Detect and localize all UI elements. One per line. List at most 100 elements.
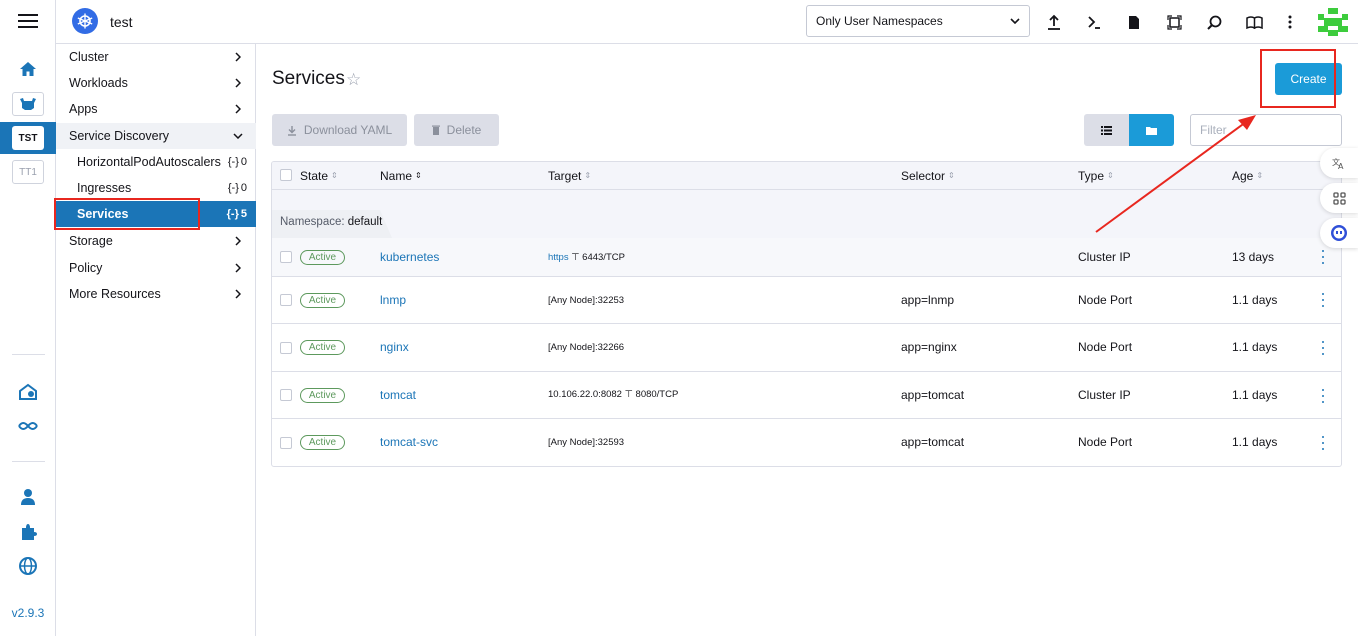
download-yaml-button[interactable]: Download YAML — [272, 114, 407, 146]
globe-icon[interactable] — [0, 556, 56, 576]
resource-count: {-} 0 — [227, 182, 247, 194]
cluster-tst[interactable]: TST — [0, 122, 56, 154]
service-age: 1.1 days — [1232, 435, 1278, 449]
row-checkbox[interactable] — [280, 294, 292, 306]
row-checkbox[interactable] — [280, 437, 292, 449]
service-age: 13 days — [1232, 250, 1275, 264]
svg-text:A: A — [1338, 162, 1344, 170]
table-row[interactable]: Active kubernetes https ⊤ 6443/TCP Clust… — [272, 238, 1341, 277]
service-selector: app=nginx — [901, 340, 957, 354]
kubectl-shell-icon[interactable] — [1084, 12, 1104, 32]
namespaced-icon: {-} — [226, 208, 239, 220]
kubernetes-logo-icon — [72, 8, 98, 34]
download-icon — [287, 125, 296, 136]
nav-group-cluster[interactable]: Cluster — [56, 44, 256, 70]
trash-icon — [431, 125, 440, 135]
continuous-delivery-icon[interactable] — [0, 418, 56, 434]
cluster-management-icon[interactable] — [0, 382, 56, 402]
service-selector: app=tomcat — [901, 435, 965, 449]
translate-icon[interactable]: 文A — [1320, 148, 1358, 178]
kubeconfig-download-icon[interactable] — [1124, 12, 1144, 32]
nav-group-apps[interactable]: Apps — [56, 96, 256, 122]
assistant-bot-icon[interactable] — [1320, 218, 1358, 248]
nav-group-policy[interactable]: Policy — [56, 255, 256, 281]
row-actions-icon[interactable] — [1320, 389, 1326, 403]
service-name-link[interactable]: tomcat-svc — [380, 435, 438, 449]
nav-item-horizontalpodautoscalers[interactable]: HorizontalPodAutoscalers {-} 0 — [56, 149, 256, 175]
home-icon[interactable] — [0, 58, 56, 80]
nav-group-storage[interactable]: Storage — [56, 228, 256, 254]
users-icon[interactable] — [0, 487, 56, 507]
namespaced-icon: {-} — [227, 182, 239, 194]
service-type: Node Port — [1078, 435, 1133, 449]
side-navigation: Cluster Workloads Apps Service Discovery… — [56, 44, 256, 636]
target-link[interactable]: https — [548, 252, 569, 263]
select-all-checkbox[interactable] — [280, 169, 292, 181]
column-name[interactable]: Name ⇕ — [380, 169, 422, 183]
service-target: https ⊤ 6443/TCP — [548, 252, 625, 263]
row-actions-icon[interactable] — [1320, 341, 1326, 355]
table-row[interactable]: Active tomcat-svc [Any Node]:32593 app=t… — [272, 419, 1341, 466]
service-type: Node Port — [1078, 340, 1133, 354]
resource-count: {-} 5 — [226, 208, 247, 220]
nav-group-more-resources[interactable]: More Resources — [56, 281, 256, 307]
port-forward-icon: ⊤ — [624, 389, 633, 400]
table-row[interactable]: Active nginx [Any Node]:32266 app=nginx … — [272, 324, 1341, 372]
annotation-highlight-create — [1260, 49, 1336, 108]
local-cluster-cow-icon[interactable] — [0, 92, 56, 116]
status-badge: Active — [300, 340, 345, 355]
service-target: [Any Node]:32266 — [548, 342, 625, 353]
user-avatar[interactable] — [1318, 8, 1348, 36]
copy-kubeconfig-icon[interactable] — [1164, 12, 1184, 32]
row-actions-icon[interactable] — [1320, 293, 1326, 307]
service-target: [Any Node]:32253 — [548, 295, 625, 306]
chevron-down-icon — [1010, 18, 1020, 24]
row-actions-icon[interactable] — [1320, 436, 1326, 450]
page-title: Services — [272, 68, 345, 89]
docs-icon[interactable] — [1244, 12, 1264, 32]
service-type: Cluster IP — [1078, 388, 1131, 402]
row-actions-icon[interactable] — [1320, 250, 1326, 264]
more-icon[interactable] — [1280, 12, 1300, 32]
service-name-link[interactable]: kubernetes — [380, 250, 439, 264]
namespace-filter-select[interactable]: Only User Namespaces — [806, 5, 1030, 37]
row-checkbox[interactable] — [280, 342, 292, 354]
table-row[interactable]: Active tomcat 10.106.22.0:8082 ⊤ 8080/TC… — [272, 372, 1341, 419]
delete-button[interactable]: Delete — [414, 114, 499, 146]
apps-grid-icon[interactable] — [1320, 183, 1358, 213]
chevron-right-icon — [232, 262, 244, 274]
search-resources-icon[interactable] — [1204, 12, 1224, 32]
column-state[interactable]: State ⇕ — [300, 169, 338, 183]
column-target[interactable]: Target ⇕ — [548, 169, 591, 183]
rail-divider — [12, 354, 45, 355]
service-type: Cluster IP — [1078, 250, 1131, 264]
extensions-icon[interactable] — [0, 522, 56, 542]
service-age: 1.1 days — [1232, 340, 1278, 354]
annotation-highlight-services — [54, 198, 200, 230]
menu-icon[interactable] — [18, 14, 38, 30]
chevron-right-icon — [232, 77, 244, 89]
service-name-link[interactable]: tomcat — [380, 388, 416, 402]
port-forward-icon: ⊤ — [571, 252, 580, 263]
cluster-name: test — [110, 14, 133, 30]
row-checkbox[interactable] — [280, 389, 292, 401]
namespace-group-label: Namespace: default — [272, 210, 392, 238]
chevron-right-icon — [232, 288, 244, 300]
namespace-filter-value: Only User Namespaces — [816, 14, 943, 28]
cluster-rail: TST TT1 v2.9.3 — [0, 0, 56, 636]
row-checkbox[interactable] — [280, 251, 292, 263]
status-badge: Active — [300, 293, 345, 308]
nav-group-service-discovery[interactable]: Service Discovery — [56, 123, 256, 149]
namespaced-icon: {-} — [227, 156, 239, 168]
column-selector[interactable]: Selector ⇕ — [901, 169, 955, 183]
nav-group-workloads[interactable]: Workloads — [56, 70, 256, 96]
status-badge: Active — [300, 250, 345, 265]
annotation-arrow — [1095, 115, 1256, 233]
service-name-link[interactable]: nginx — [380, 340, 409, 354]
table-row[interactable]: Active lnmp [Any Node]:32253 app=lnmp No… — [272, 277, 1341, 324]
service-target: 10.106.22.0:8082 ⊤ 8080/TCP — [548, 389, 679, 400]
import-yaml-icon[interactable] — [1044, 12, 1064, 32]
cluster-tt1[interactable]: TT1 — [0, 160, 56, 184]
service-name-link[interactable]: lnmp — [380, 293, 406, 307]
favorite-star-icon[interactable]: ☆ — [346, 70, 361, 90]
